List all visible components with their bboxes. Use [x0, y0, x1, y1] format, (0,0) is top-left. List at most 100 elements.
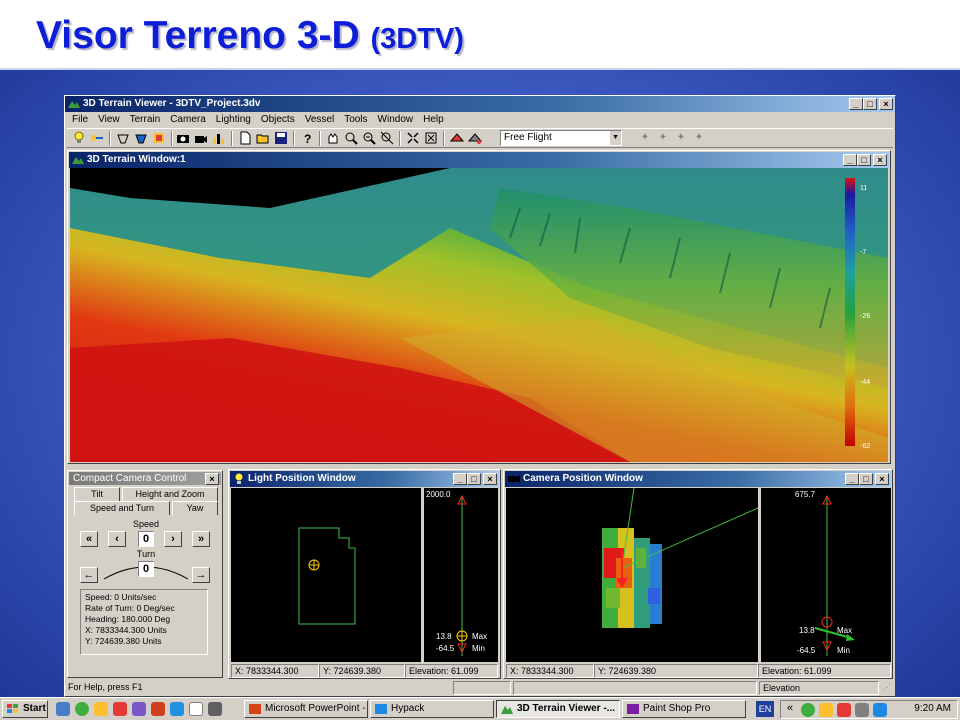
status-help-text: For Help, press F1 [68, 682, 143, 692]
ie-quicklaunch-icon[interactable] [56, 702, 70, 716]
tray-expand-icon[interactable]: « [787, 702, 793, 714]
flag-icon[interactable] [151, 131, 167, 145]
tray-volume-icon[interactable] [855, 703, 869, 717]
maximize-button[interactable]: □ [863, 98, 877, 110]
task-paint-shop-pro-label: Paint Shop Pro [643, 703, 711, 714]
key-icon[interactable] [89, 131, 105, 145]
light-height-marker-icon[interactable] [456, 630, 468, 642]
vessel-fill-icon[interactable] [133, 131, 149, 145]
camera-icon[interactable] [175, 131, 191, 145]
light-target-icon[interactable] [308, 559, 320, 571]
tab-height-zoom[interactable]: Height and Zoom [122, 487, 218, 501]
turn-right-button[interactable]: → [192, 567, 210, 583]
language-indicator[interactable]: EN [756, 701, 774, 717]
tray-monitor-icon[interactable] [873, 703, 887, 717]
tab-tilt[interactable]: Tilt [74, 487, 120, 501]
menu-window[interactable]: Window [373, 113, 419, 127]
light-minimize-button[interactable]: _ [453, 473, 467, 485]
fly-icon[interactable]: ✦ [655, 131, 671, 145]
task-paint-shop-pro[interactable]: Paint Shop Pro [622, 700, 746, 718]
speed-fast-decrease-button[interactable]: « [80, 531, 98, 547]
notepad-quicklaunch-icon[interactable] [189, 702, 203, 716]
menu-file[interactable]: File [67, 113, 93, 127]
misc-quicklaunch-icon[interactable] [151, 702, 165, 716]
terrain-maximize-button[interactable]: □ [857, 154, 871, 166]
speed-fast-increase-button[interactable]: » [192, 531, 210, 547]
tab-speed-turn[interactable]: Speed and Turn [74, 501, 170, 515]
terrain-window-titlebar[interactable]: 3D Terrain Window:1 _ □ × [69, 152, 889, 168]
app-titlebar[interactable]: 3D Terrain Viewer - 3DTV_Project.3dv _ □… [65, 96, 895, 112]
expand-icon[interactable] [405, 131, 421, 145]
navigation-mode-select[interactable]: Free Flight ▼ [500, 130, 622, 146]
menu-camera[interactable]: Camera [165, 113, 211, 127]
camera-control-close-button[interactable]: × [205, 473, 219, 485]
task-terrain-viewer[interactable]: 3D Terrain Viewer -... [496, 700, 620, 718]
word-quicklaunch-icon[interactable] [170, 702, 184, 716]
info-y: Y: 724639.380 Units [85, 636, 162, 646]
orbit-icon[interactable]: ✦ [673, 131, 689, 145]
walk-icon[interactable]: ✦ [637, 131, 653, 145]
light-window-title: Light Position Window [248, 473, 356, 484]
zoom-in-icon[interactable] [343, 131, 359, 145]
video-camera-icon[interactable] [193, 131, 209, 145]
clock[interactable]: 9:20 AM [914, 703, 951, 714]
menu-view[interactable]: View [93, 113, 125, 127]
vessel-track-icon[interactable] [449, 131, 465, 145]
terrain-icon [72, 157, 84, 164]
tray-antivirus-icon[interactable] [837, 703, 851, 717]
menu-tools[interactable]: Tools [339, 113, 372, 127]
camera-control-titlebar[interactable]: Compact Camera Control × [69, 472, 221, 485]
start-button[interactable]: Start [2, 700, 48, 718]
pan-hand-icon[interactable] [325, 131, 341, 145]
menu-help[interactable]: Help [418, 113, 449, 127]
chevron-down-icon[interactable]: ▼ [609, 131, 621, 145]
collapse-icon[interactable] [423, 131, 439, 145]
camera-elevation-view[interactable]: 675.7 13.8 Max -64.5 Min [761, 488, 891, 662]
menu-terrain[interactable]: Terrain [125, 113, 166, 127]
task-hypack[interactable]: Hypack [370, 700, 494, 718]
outlook-quicklaunch-icon[interactable] [94, 702, 108, 716]
vessel-icon[interactable] [115, 131, 131, 145]
new-file-icon[interactable] [237, 131, 253, 145]
lightbulb-icon[interactable] [71, 131, 87, 145]
save-icon[interactable] [273, 131, 289, 145]
media-quicklaunch-icon[interactable] [75, 702, 89, 716]
desktop-quicklaunch-icon[interactable] [132, 702, 146, 716]
vessel-settings-icon[interactable] [467, 131, 483, 145]
light-close-button[interactable]: × [483, 473, 497, 485]
menu-lighting[interactable]: Lighting [211, 113, 256, 127]
camera-minimize-button[interactable]: _ [845, 473, 859, 485]
camera-close-button[interactable]: × [875, 473, 889, 485]
tray-network-icon[interactable] [801, 703, 815, 717]
menu-objects[interactable]: Objects [256, 113, 300, 127]
cmd-quicklaunch-icon[interactable] [208, 702, 222, 716]
camera-maximize-button[interactable]: □ [859, 473, 873, 485]
speed-increase-button[interactable]: › [164, 531, 182, 547]
light-maximize-button[interactable]: □ [467, 473, 481, 485]
tab-yaw[interactable]: Yaw [172, 501, 218, 515]
resize-grip-icon[interactable]: ⋰ [883, 683, 893, 694]
speed-decrease-button[interactable]: ‹ [108, 531, 126, 547]
zoom-out-icon[interactable] [361, 131, 377, 145]
task-powerpoint[interactable]: Microsoft PowerPoint - [... [244, 700, 368, 718]
light-elevation-view[interactable]: 2000.0 13.8 Max -64.5 Min [424, 488, 498, 662]
terrain-3d-view[interactable]: 11 -7 -26 -44 -62 [70, 168, 888, 462]
terrain-close-button[interactable]: × [873, 154, 887, 166]
open-folder-icon[interactable] [255, 131, 271, 145]
turn-left-button[interactable]: ← [80, 567, 98, 583]
minimize-button[interactable]: _ [849, 98, 863, 110]
app-quicklaunch-icon[interactable] [113, 702, 127, 716]
terrain-minimize-button[interactable]: _ [843, 154, 857, 166]
help-icon[interactable]: ? [299, 131, 315, 146]
camera-plan-view[interactable] [506, 487, 759, 662]
light-plan-view[interactable] [231, 488, 421, 662]
light-window-titlebar[interactable]: Light Position Window _ □ × [230, 471, 499, 487]
tray-app-icon[interactable] [819, 703, 833, 717]
chart-icon[interactable] [211, 131, 227, 145]
camera-window-titlebar[interactable]: Camera Position Window _ □ × [505, 471, 891, 487]
zoom-extent-icon[interactable] [379, 131, 395, 145]
menu-vessel[interactable]: Vessel [300, 113, 339, 127]
close-button[interactable]: × [879, 98, 893, 110]
track-icon[interactable]: ✦ [691, 131, 707, 145]
task-hypack-label: Hypack [391, 703, 425, 714]
